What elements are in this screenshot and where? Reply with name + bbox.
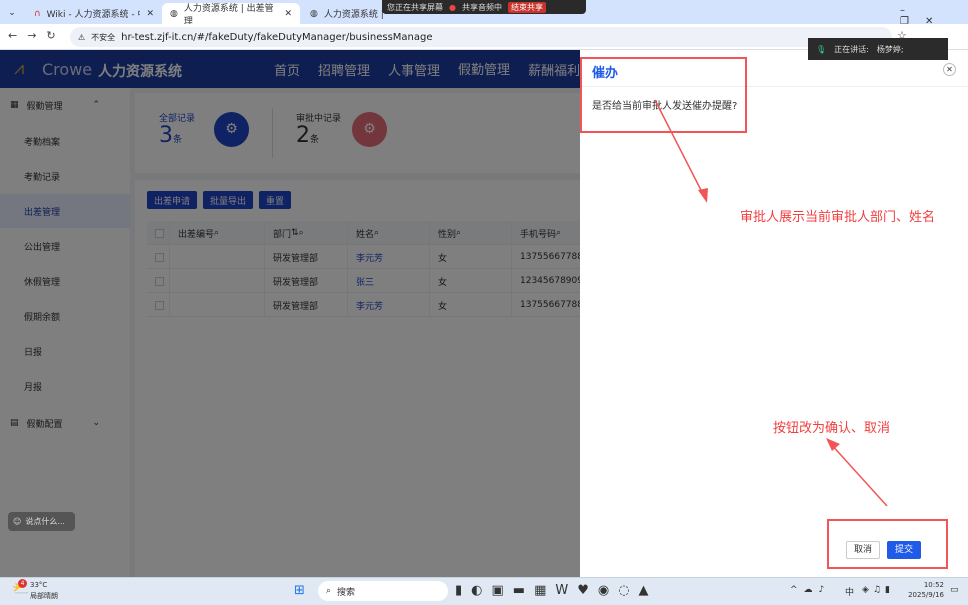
network-volume-battery-icons[interactable]: ◈♫▮ <box>862 585 894 595</box>
clock-time[interactable]: 10:52 <box>910 581 944 589</box>
annotation-text: 审批人展示当前审批人部门、姓名 <box>740 210 936 225</box>
tray-icons[interactable]: ^☁♪ <box>790 585 830 595</box>
temperature: 33°C <box>30 581 48 589</box>
weather-badge: 4 <box>18 579 27 588</box>
taskbar: ⛅ 4 33°C 局部晴朗 ⊞ ⌕ 搜索 ▮◐▣▬▦W♥◉◌▲ ^☁♪ 中 ◈♫▮… <box>0 577 968 605</box>
smile-icon: ☺ <box>13 517 22 526</box>
windows-start-icon[interactable]: ⊞ <box>294 583 305 598</box>
search-icon: ⌕ <box>326 586 332 596</box>
ime-indicator[interactable]: 中 <box>845 585 854 598</box>
annotation-text: 按钮改为确认、取消 <box>773 421 891 436</box>
notification-icon[interactable]: ▭ <box>950 585 959 595</box>
chat-input[interactable]: ☺ 说点什么... <box>8 512 75 531</box>
weather-text: 局部晴朗 <box>30 592 58 600</box>
clock-date[interactable]: 2025/9/16 <box>905 591 944 599</box>
annotation-arrows <box>654 99 888 507</box>
taskbar-app-icons[interactable]: ▮◐▣▬▦W♥◉◌▲ <box>455 583 658 598</box>
microphone-icon: 🎙 <box>816 44 827 54</box>
speaking-indicator: 🎙 正在讲话: 杨梦婷; <box>808 38 948 60</box>
taskbar-search[interactable]: ⌕ 搜索 <box>318 581 448 601</box>
